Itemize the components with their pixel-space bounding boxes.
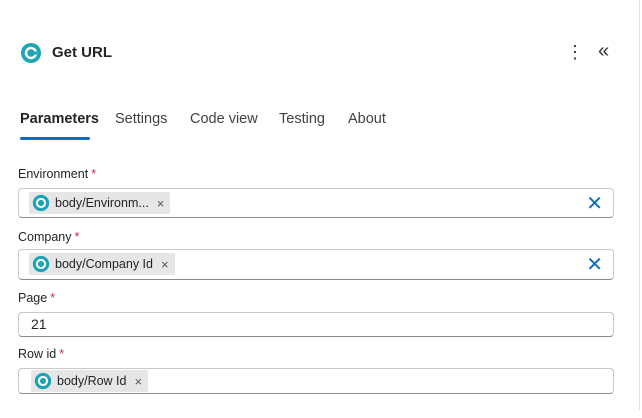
active-tab-indicator xyxy=(20,137,90,140)
environment-token: body/Environm... × xyxy=(29,192,171,214)
token-logo-icon xyxy=(32,255,50,273)
page-label: Page * xyxy=(18,291,56,305)
remove-token-icon[interactable]: × xyxy=(157,196,165,211)
tab-code-view[interactable]: Code view xyxy=(190,111,258,127)
company-label: Company * xyxy=(18,230,80,244)
token-label: body/Row Id xyxy=(57,374,127,388)
tab-settings[interactable]: Settings xyxy=(115,111,167,127)
row-id-field[interactable]: body/Row Id × xyxy=(18,368,614,394)
environment-label: Environment * xyxy=(18,167,97,181)
token-label: body/Environm... xyxy=(55,196,149,210)
page-value: 21 xyxy=(31,316,47,332)
more-options-icon[interactable]: ⋮ xyxy=(566,42,584,62)
token-label: body/Company Id xyxy=(55,257,153,271)
action-title: Get URL xyxy=(52,44,112,61)
clear-field-icon[interactable]: ✕ xyxy=(586,191,603,216)
remove-token-icon[interactable]: × xyxy=(134,374,142,389)
token-logo-icon xyxy=(34,372,52,390)
page-field[interactable]: 21 xyxy=(18,312,614,337)
tab-about[interactable]: About xyxy=(348,111,386,127)
company-token: body/Company Id × xyxy=(29,253,175,275)
token-logo-icon xyxy=(32,194,50,212)
tab-parameters[interactable]: Parameters xyxy=(20,111,99,127)
collapse-panel-icon[interactable]: « xyxy=(598,40,609,62)
remove-token-icon[interactable]: × xyxy=(161,257,169,272)
company-field[interactable]: body/Company Id × ✕ xyxy=(18,249,614,280)
row-id-label: Row id * xyxy=(18,347,65,361)
environment-field[interactable]: body/Environm... × ✕ xyxy=(18,188,614,218)
clear-field-icon[interactable]: ✕ xyxy=(586,252,603,277)
panel-scrollbar[interactable] xyxy=(639,0,640,410)
tab-testing[interactable]: Testing xyxy=(279,111,325,127)
connector-logo-icon xyxy=(21,43,41,63)
row-id-token: body/Row Id × xyxy=(31,370,149,392)
